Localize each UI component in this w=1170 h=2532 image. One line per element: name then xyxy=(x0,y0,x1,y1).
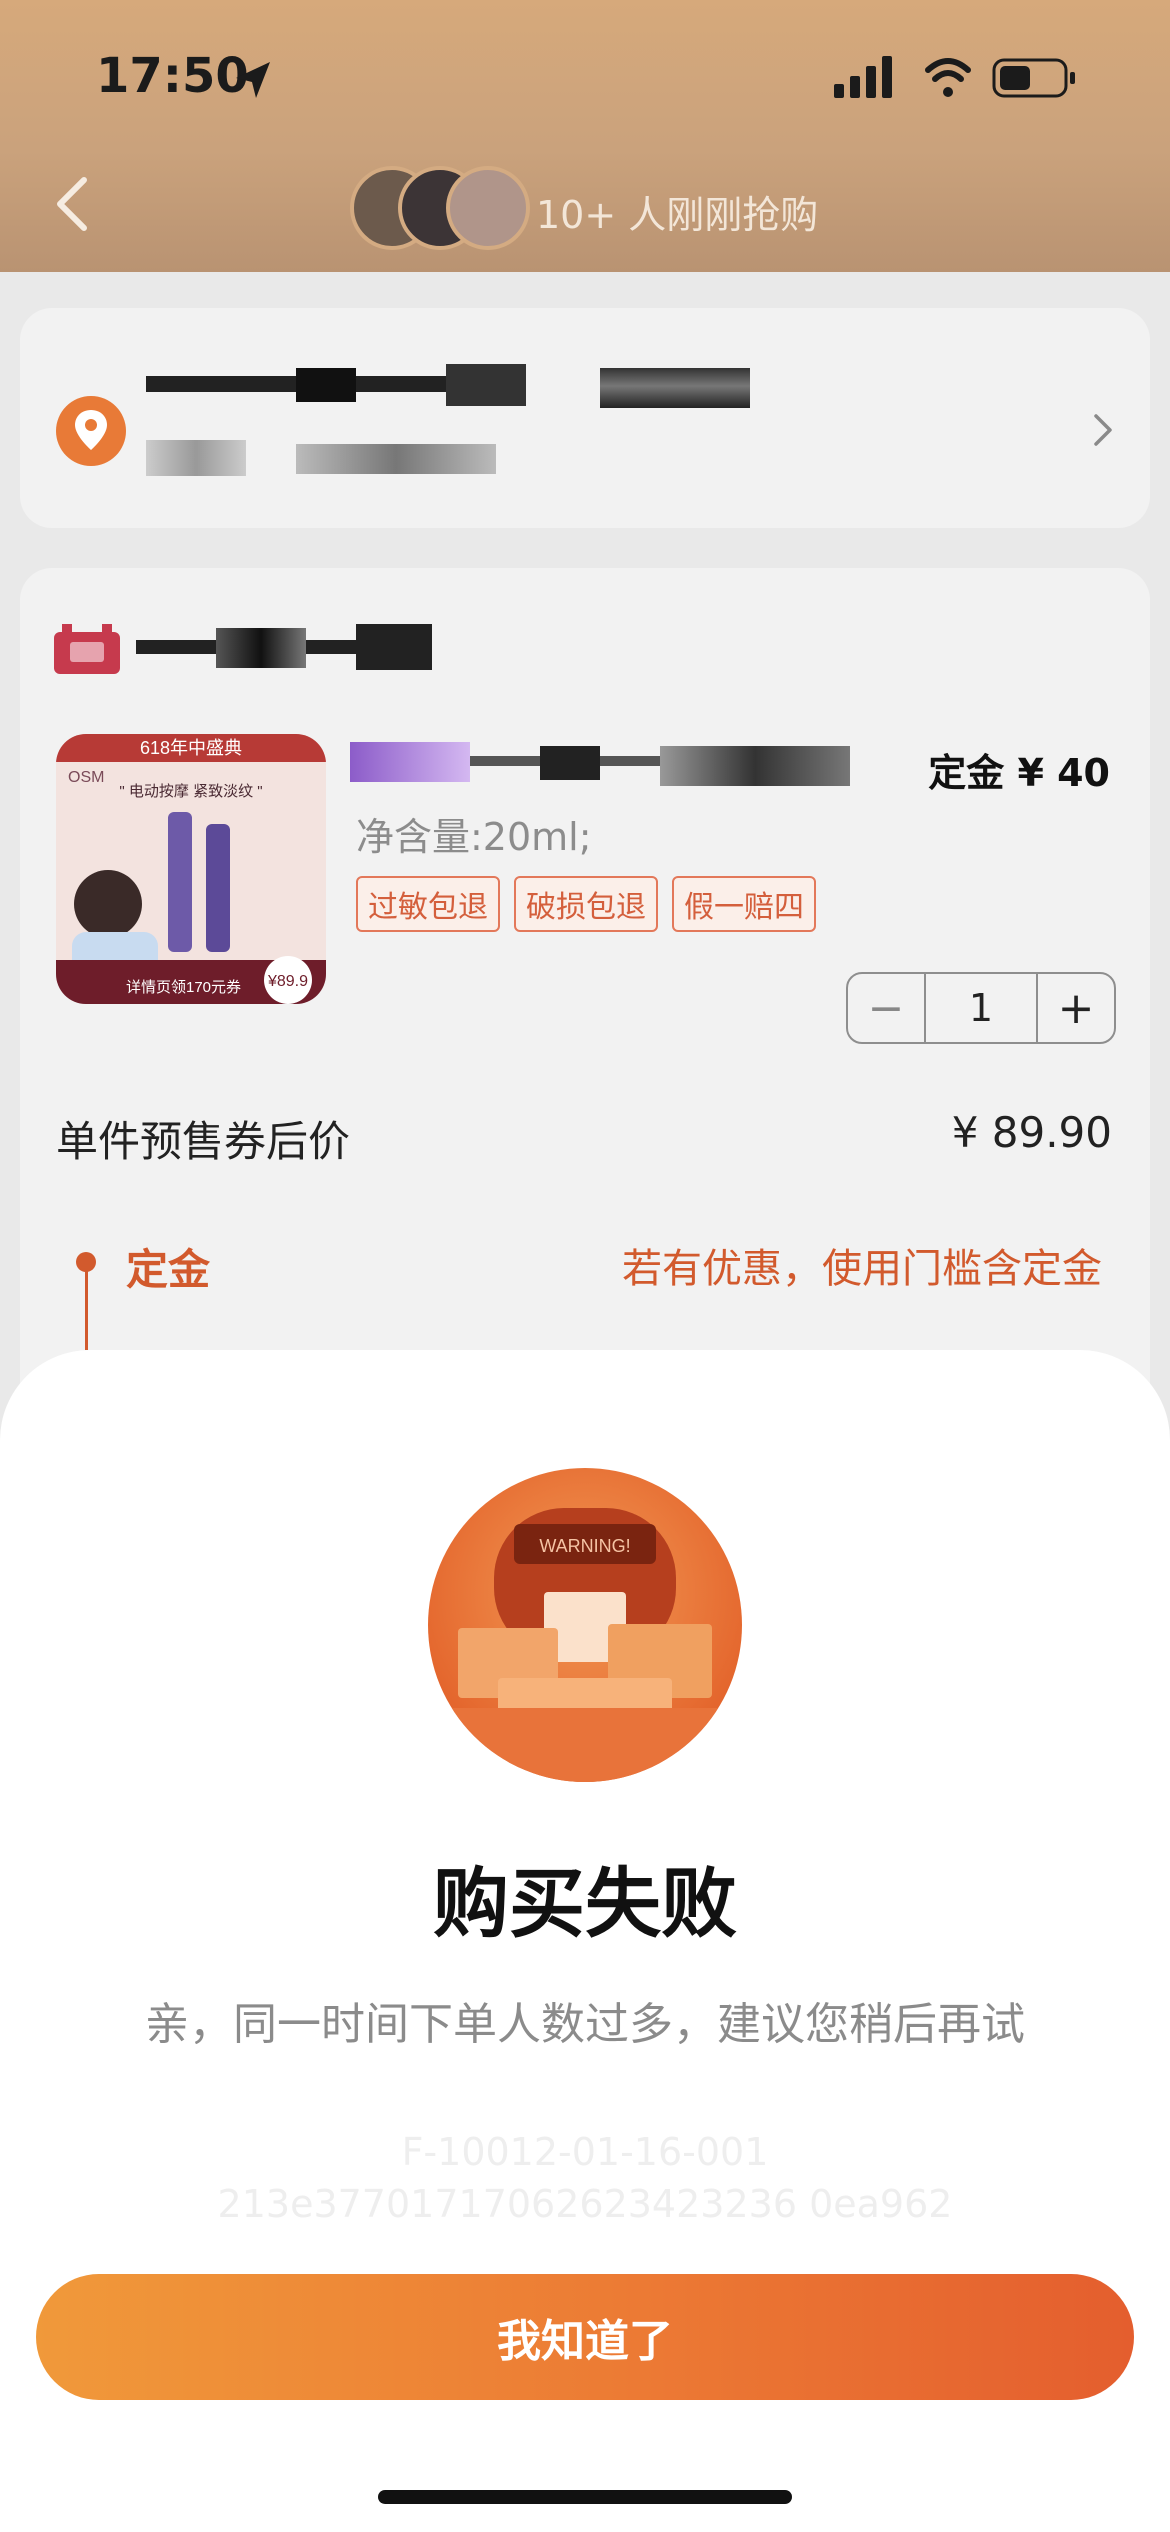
service-tag: 破损包退 xyxy=(514,876,658,932)
location-arrow-icon xyxy=(236,62,270,98)
avatar xyxy=(446,166,530,250)
svg-text:WARNING!: WARNING! xyxy=(539,1536,630,1556)
battery-icon xyxy=(992,58,1075,98)
service-tag: 过敏包退 xyxy=(356,876,500,932)
svg-text:618年中盛典: 618年中盛典 xyxy=(140,738,242,758)
modal-message: 亲，同一时间下单人数过多，建议您稍后再试 xyxy=(145,1999,1025,2050)
redacted-shop-name xyxy=(136,624,432,670)
signal-icon xyxy=(834,56,892,98)
address-card[interactable] xyxy=(20,308,1150,528)
location-pin-icon xyxy=(56,396,126,466)
decrement-button[interactable]: − xyxy=(848,974,924,1042)
error-code-line: 213e37701717062623423236 0ea962 xyxy=(217,2182,953,2226)
timeline-line xyxy=(85,1270,88,1350)
warning-illustration: WARNING! xyxy=(428,1468,742,1782)
error-code-line: F-10012-01-16-001 xyxy=(401,2130,769,2174)
recent-buyers-avatars xyxy=(350,166,530,250)
status-time: 17:50 xyxy=(96,48,249,104)
service-tag: 假一赔四 xyxy=(672,876,816,932)
product-spec: 净含量:20ml; xyxy=(356,815,592,859)
unit-price-label: 单件预售券后价 xyxy=(56,1117,351,1166)
home-indicator xyxy=(378,2490,792,2504)
svg-text:详情页领170元券: 详情页领170元券 xyxy=(126,979,241,996)
error-code: F-10012-01-16-001 213e377017170626234232… xyxy=(0,2126,1170,2230)
svg-text:¥89.9: ¥89.9 xyxy=(267,973,308,990)
svg-text:OSM: OSM xyxy=(68,769,104,786)
quantity-stepper: − 1 + xyxy=(846,972,1116,1044)
back-icon[interactable] xyxy=(40,168,104,240)
acknowledge-button[interactable]: 我知道了 xyxy=(36,2274,1134,2400)
redacted-phone xyxy=(600,368,750,408)
service-tags: 过敏包退 破损包退 假一赔四 xyxy=(356,876,816,932)
deposit-step-note: 若有优惠，使用门槛含定金 xyxy=(622,1246,1102,1292)
deposit-price: 定金 ¥ 40 xyxy=(928,751,1110,795)
redacted-address-detail xyxy=(146,440,496,476)
svg-text:" 电动按摩 紧致淡纹 ": " 电动按摩 紧致淡纹 " xyxy=(119,782,262,800)
wifi-icon xyxy=(925,58,971,97)
status-indicators xyxy=(834,56,1075,98)
recent-buyers-text: 10+ 人刚刚抢购 xyxy=(536,193,819,237)
timeline-dot xyxy=(76,1252,96,1272)
redacted-address-name xyxy=(146,364,526,406)
increment-button[interactable]: + xyxy=(1038,974,1114,1042)
product-image[interactable]: 618年中盛典 OSM " 电动按摩 紧致淡纹 " 详情页领170元券 ¥89.… xyxy=(56,734,326,1004)
chevron-right-icon[interactable] xyxy=(1088,410,1118,450)
redacted-product-title xyxy=(350,742,850,786)
modal-title: 购买失败 xyxy=(433,1859,737,1948)
deposit-step-label: 定金 xyxy=(126,1245,211,1294)
quantity-value[interactable]: 1 xyxy=(924,974,1038,1042)
unit-price-value: ¥ 89.90 xyxy=(951,1108,1112,1157)
shop-icon xyxy=(54,624,120,674)
